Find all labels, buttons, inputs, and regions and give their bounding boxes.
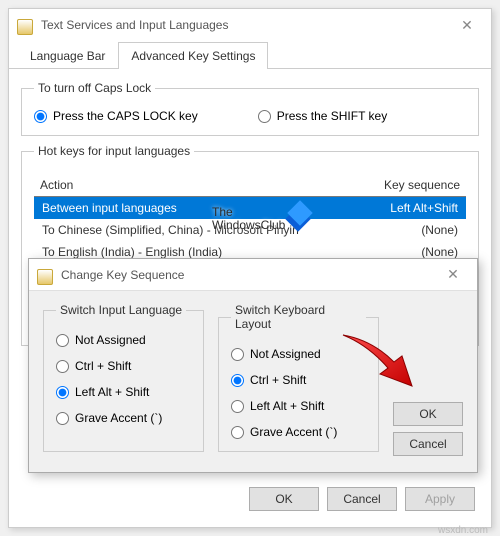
main-button-row: OK Cancel Apply — [249, 487, 475, 511]
switch-keyboard-layout-group: Switch Keyboard Layout Not Assigned Ctrl… — [218, 303, 379, 452]
close-icon[interactable]: ✕ — [437, 266, 469, 283]
switch-input-language-group: Switch Input Language Not Assigned Ctrl … — [43, 303, 204, 452]
ok-button[interactable]: OK — [249, 487, 319, 511]
radio-left-alt-shift[interactable]: Left Alt + Shift — [56, 385, 191, 399]
radio-caps-lock-input[interactable] — [34, 110, 47, 123]
col-key-sequence: Key sequence — [360, 178, 460, 192]
main-titlebar: Text Services and Input Languages ✕ — [9, 9, 491, 41]
tab-language-bar[interactable]: Language Bar — [17, 42, 118, 69]
attribution: wsxdn.com — [438, 525, 488, 536]
radio-grave-accent[interactable]: Grave Accent (`) — [231, 425, 366, 439]
radio-grave-accent[interactable]: Grave Accent (`) — [56, 411, 191, 425]
ok-button[interactable]: OK — [393, 402, 463, 426]
caps-lock-group: To turn off Caps Lock Press the CAPS LOC… — [21, 81, 479, 136]
radio-caps-lock-key[interactable]: Press the CAPS LOCK key — [34, 109, 198, 123]
sub-title: Change Key Sequence — [61, 268, 437, 282]
keyboard-icon — [37, 269, 53, 285]
sub-titlebar: Change Key Sequence ✕ — [29, 259, 477, 291]
caps-lock-legend: To turn off Caps Lock — [34, 81, 155, 95]
radio-ctrl-shift[interactable]: Ctrl + Shift — [56, 359, 191, 373]
table-row[interactable]: To Chinese (Simplified, China) - Microso… — [34, 219, 466, 241]
radio-ctrl-shift[interactable]: Ctrl + Shift — [231, 373, 366, 387]
radio-shift-key[interactable]: Press the SHIFT key — [258, 109, 387, 123]
radio-shift-input[interactable] — [258, 110, 271, 123]
keyboard-icon — [17, 19, 33, 35]
cancel-button[interactable]: Cancel — [393, 432, 463, 456]
tab-strip: Language Bar Advanced Key Settings — [9, 41, 491, 69]
apply-button[interactable]: Apply — [405, 487, 475, 511]
close-icon[interactable]: ✕ — [451, 17, 483, 34]
table-row[interactable]: Between input languages Left Alt+Shift — [34, 197, 466, 219]
change-key-sequence-dialog: Change Key Sequence ✕ Switch Input Langu… — [28, 258, 478, 473]
hotkeys-legend: Hot keys for input languages — [34, 144, 194, 158]
main-title: Text Services and Input Languages — [41, 18, 451, 32]
radio-not-assigned[interactable]: Not Assigned — [56, 333, 191, 347]
col-action: Action — [40, 178, 360, 192]
radio-left-alt-shift[interactable]: Left Alt + Shift — [231, 399, 366, 413]
cancel-button[interactable]: Cancel — [327, 487, 397, 511]
tab-advanced-key-settings[interactable]: Advanced Key Settings — [118, 42, 268, 69]
radio-not-assigned[interactable]: Not Assigned — [231, 347, 366, 361]
